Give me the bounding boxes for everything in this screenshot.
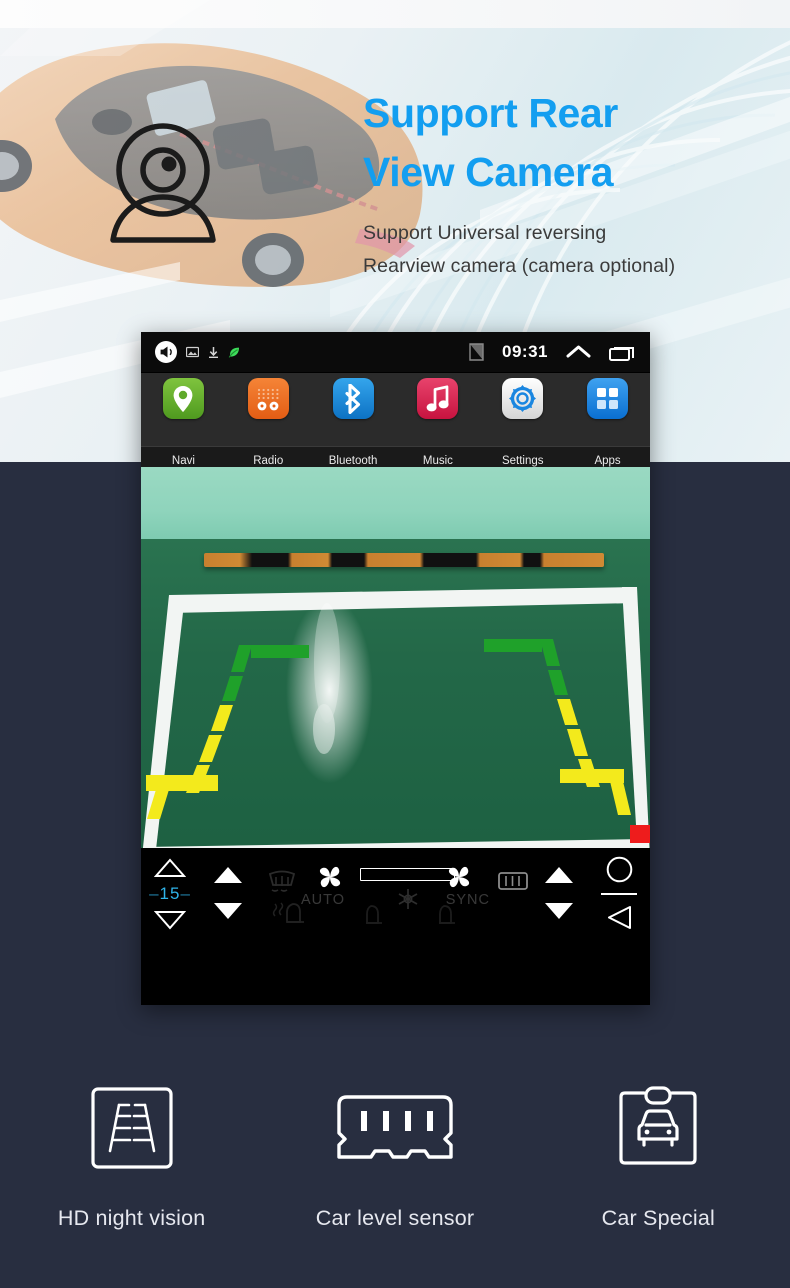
car-head-unit-screen[interactable]: 09:31 Navi Radio Bluetooth Music Setting… bbox=[141, 332, 650, 1005]
back-triangle-icon[interactable] bbox=[606, 905, 633, 930]
app-label-radio: Radio bbox=[253, 455, 284, 467]
feature-icon-wrapper-2 bbox=[333, 1080, 457, 1175]
feature-icon-wrapper-3 bbox=[615, 1080, 701, 1175]
climate-control-bar[interactable]: –15– AUTO SYNC bbox=[141, 848, 650, 937]
music-app-tile[interactable] bbox=[417, 378, 459, 419]
app-label-apps: Apps bbox=[594, 455, 621, 467]
volume-speaker-icon[interactable] bbox=[155, 341, 177, 363]
feature-hd-night-vision[interactable]: HD night vision bbox=[0, 1080, 263, 1280]
status-bar: 09:31 bbox=[141, 332, 650, 372]
temp-up-outline-icon[interactable] bbox=[154, 857, 186, 878]
download-icon bbox=[209, 346, 218, 358]
app-bluetooth[interactable] bbox=[311, 378, 396, 419]
bluetooth-icon bbox=[345, 383, 361, 414]
snowflake-icon[interactable] bbox=[397, 888, 419, 910]
sd-card-icon bbox=[469, 343, 484, 361]
navi-app-tile[interactable] bbox=[162, 378, 204, 419]
rear-camera-feed[interactable]: –15– AUTO SYNC bbox=[141, 467, 650, 937]
status-bar-right: 09:31 bbox=[469, 342, 636, 362]
app-navi[interactable] bbox=[141, 378, 226, 419]
level-sensor-module-icon bbox=[337, 1094, 453, 1159]
app-label-navi: Navi bbox=[171, 455, 195, 467]
feature-car-level-sensor[interactable]: Car level sensor bbox=[263, 1080, 526, 1280]
home-circle-icon[interactable] bbox=[606, 856, 633, 883]
hero-title-line1: Support Rear bbox=[363, 90, 618, 136]
music-note-icon bbox=[426, 384, 449, 411]
app-grid-icon bbox=[597, 388, 619, 409]
chevron-up-icon[interactable] bbox=[566, 344, 591, 361]
app-shortcut-row[interactable] bbox=[141, 372, 650, 446]
navigation-buttons[interactable] bbox=[588, 848, 650, 937]
radio-grille-icon bbox=[257, 388, 279, 410]
status-bar-left-icons bbox=[155, 341, 241, 363]
app-apps[interactable] bbox=[565, 378, 650, 419]
seat-heater-left2-icon[interactable] bbox=[359, 903, 387, 931]
volume-control[interactable] bbox=[530, 848, 588, 937]
gear-icon bbox=[509, 385, 537, 412]
volume-down-icon[interactable] bbox=[543, 901, 575, 921]
front-defrost-icon[interactable] bbox=[267, 870, 297, 894]
settings-app-tile[interactable] bbox=[502, 378, 544, 419]
rear-defrost-icon[interactable] bbox=[498, 872, 528, 890]
app-label-bluetooth: Bluetooth bbox=[328, 455, 378, 467]
feature-car-special[interactable]: Car Special bbox=[527, 1080, 790, 1280]
guideline-right bbox=[484, 639, 650, 843]
apps-app-tile[interactable] bbox=[587, 378, 629, 419]
app-label-settings: Settings bbox=[501, 455, 544, 467]
parking-guideline-icon bbox=[91, 1086, 173, 1169]
temp-down-outline-icon[interactable] bbox=[154, 910, 186, 930]
clock-time: 09:31 bbox=[502, 342, 548, 361]
fan-down-icon[interactable] bbox=[212, 901, 244, 921]
recents-icon[interactable] bbox=[609, 344, 636, 361]
radio-app-tile[interactable] bbox=[247, 378, 289, 419]
feature-label-3: Car Special bbox=[601, 1206, 715, 1230]
feature-label-1: HD night vision bbox=[57, 1206, 206, 1230]
hero-subtitle-line2: Rearview camera (camera optional) bbox=[363, 255, 676, 278]
temperature-control[interactable]: –15– bbox=[141, 848, 199, 937]
fan-up-icon[interactable] bbox=[212, 865, 244, 885]
rear-view-camera-icon bbox=[110, 123, 216, 243]
volume-up-icon[interactable] bbox=[543, 865, 575, 885]
fan-auto-icon[interactable] bbox=[315, 864, 345, 890]
app-music[interactable] bbox=[395, 378, 480, 419]
feature-icon-wrapper-1 bbox=[91, 1080, 173, 1175]
hero-title-line2: View Camera bbox=[363, 149, 614, 196]
screenshot-icon bbox=[186, 346, 199, 357]
fan-speed-control[interactable] bbox=[199, 848, 257, 937]
android-leaf-icon bbox=[228, 347, 239, 358]
car-front-frame-icon bbox=[619, 1085, 697, 1165]
seat-heater-right-icon[interactable] bbox=[432, 903, 460, 931]
feature-label-2: Car level sensor bbox=[315, 1206, 475, 1230]
bluetooth-app-tile[interactable] bbox=[332, 378, 374, 419]
app-radio[interactable] bbox=[226, 378, 311, 419]
app-label-music: Music bbox=[422, 455, 453, 467]
hero-text-block: Support Rear View Camera Support Univers… bbox=[363, 84, 783, 284]
floor-reflection bbox=[313, 603, 340, 754]
feature-row: HD night vision Car level sensor Car Spe… bbox=[0, 1080, 790, 1280]
fan-sync-icon[interactable] bbox=[444, 864, 474, 890]
climate-slider[interactable] bbox=[360, 868, 455, 881]
hero-subtitle-line1: Support Universal reversing bbox=[363, 221, 607, 244]
temperature-value: –15– bbox=[149, 883, 191, 903]
nav-divider bbox=[601, 892, 637, 895]
location-pin-icon bbox=[174, 385, 193, 412]
seat-heater-left-icon[interactable] bbox=[271, 900, 311, 930]
hero-subtitle: Support Universal reversing Rearview cam… bbox=[363, 217, 783, 284]
app-settings[interactable] bbox=[480, 378, 565, 419]
climate-center-controls[interactable]: AUTO SYNC bbox=[257, 848, 530, 937]
app-label-strip: Navi Radio Bluetooth Music Settings Apps bbox=[141, 446, 650, 467]
hero-title: Support Rear View Camera bbox=[363, 84, 783, 203]
